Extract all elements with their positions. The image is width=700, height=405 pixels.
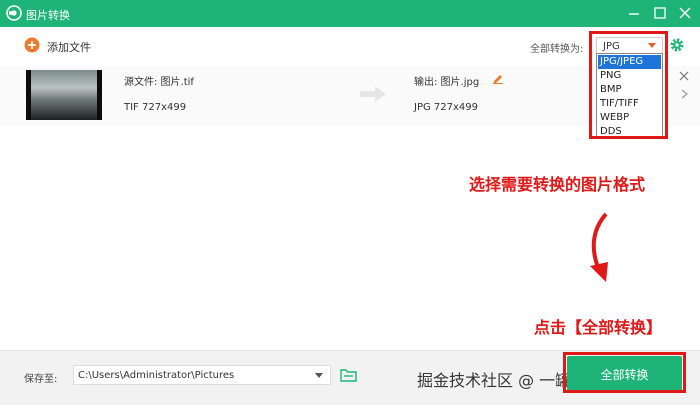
edit-pencil-icon[interactable] [492, 72, 504, 84]
save-path-value: C:\Users\Administrator\Pictures [78, 370, 235, 381]
window-title: 图片转换 [26, 9, 70, 22]
source-file-name: 源文件: 图片.tif [124, 77, 194, 88]
folder-icon[interactable] [340, 367, 357, 382]
output-file-name: 输出: 图片.jpg [414, 77, 480, 88]
save-path-select[interactable]: C:\Users\Administrator\Pictures [73, 365, 331, 385]
source-file-meta: TIF 727x499 [124, 102, 187, 113]
add-file-icon[interactable] [24, 37, 40, 53]
convert-all-label: 全部转换为: [530, 44, 584, 55]
close-window-icon[interactable] [675, 4, 695, 22]
output-file-meta: JPG 727x499 [414, 102, 478, 113]
add-file-button[interactable]: 添加文件 [47, 39, 91, 55]
chevron-icon [681, 89, 688, 99]
maximize-icon[interactable] [650, 4, 670, 22]
gear-icon[interactable] [669, 37, 685, 53]
annotation-text: 选择需要转换的图片格式 [469, 175, 646, 194]
app-logo-icon [6, 5, 22, 21]
remove-file-icon[interactable] [678, 70, 690, 82]
arrow-right-icon [360, 86, 386, 102]
chevron-down-icon [315, 373, 323, 378]
annotation-highlight-box [589, 31, 668, 139]
image-thumbnail [26, 70, 102, 120]
title-bar: 图片转换 [0, 0, 700, 27]
curved-arrow-icon [590, 212, 608, 282]
save-to-label: 保存至: [24, 374, 58, 385]
annotation-highlight-box [563, 352, 686, 393]
annotation-text: 点击【全部转换】 [534, 318, 663, 337]
minimize-icon[interactable] [624, 4, 644, 22]
